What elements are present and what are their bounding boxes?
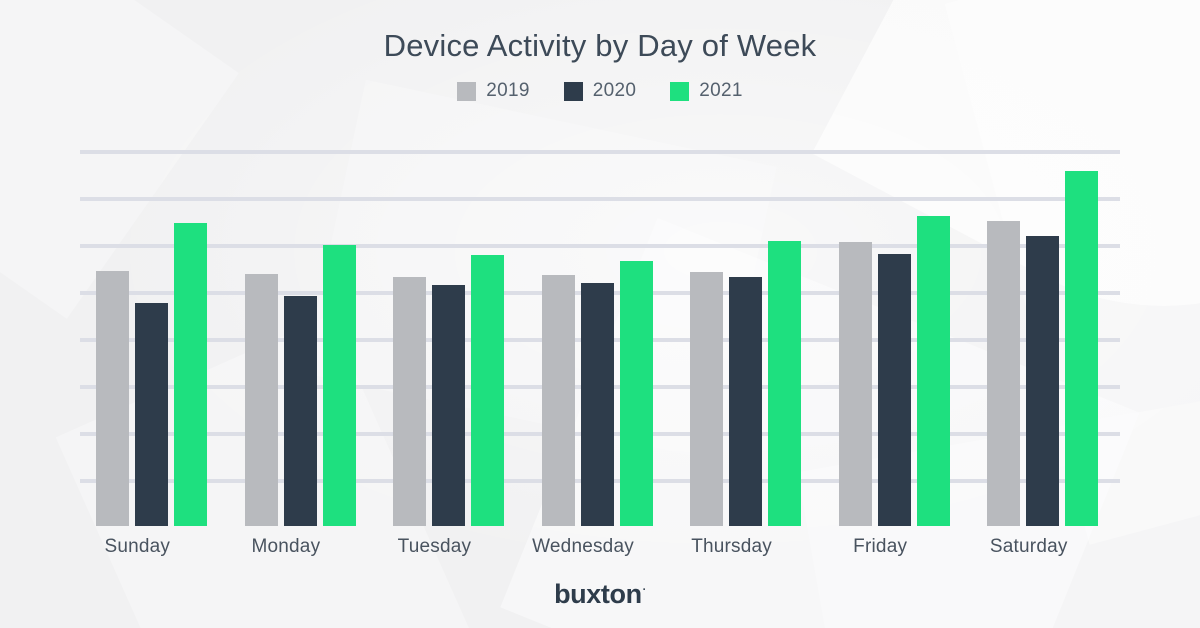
legend-swatch-icon xyxy=(670,81,690,101)
x-axis-tick-monday: Monday xyxy=(251,536,321,557)
bar-groups xyxy=(80,150,1120,526)
bar-friday-2020[interactable] xyxy=(877,254,911,526)
bar-saturday-2021[interactable] xyxy=(1065,171,1099,526)
legend-item-2019[interactable]: 2019 xyxy=(457,80,529,102)
bar-group-wednesday xyxy=(526,150,675,526)
bar-friday-2019[interactable] xyxy=(838,242,872,526)
bar-tuesday-2020[interactable] xyxy=(432,284,466,526)
bar-group-saturday xyxy=(971,150,1120,526)
x-axis-labels: Sunday Monday Tuesday Wednesday Thursday Frid… xyxy=(80,526,1120,558)
chart-canvas: Device Activity by Day of Week 2019 2020 2… xyxy=(0,0,1200,628)
bar-monday-2020[interactable] xyxy=(283,295,317,526)
bar-thursday-2021[interactable] xyxy=(768,241,802,526)
footer: buxton· xyxy=(0,579,1200,610)
buxton-logo-text: buxton xyxy=(554,579,642,609)
legend-label: 2021 xyxy=(699,80,743,101)
page-title: Device Activity by Day of Week xyxy=(383,28,817,63)
plot-area xyxy=(80,150,1120,526)
legend-swatch-icon xyxy=(457,81,477,101)
x-axis-tick-saturday: Saturday xyxy=(989,536,1068,557)
bar-monday-2019[interactable] xyxy=(244,274,278,526)
legend-label: 2020 xyxy=(592,80,637,101)
bar-thursday-2020[interactable] xyxy=(729,277,763,526)
chart-header: Device Activity by Day of Week 2019 2020 2… xyxy=(0,0,1200,102)
bar-wednesday-2020[interactable] xyxy=(580,283,614,526)
bar-monday-2021[interactable] xyxy=(322,245,356,526)
bar-saturday-2019[interactable] xyxy=(987,220,1021,526)
bar-group-tuesday xyxy=(377,150,526,526)
bar-tuesday-2019[interactable] xyxy=(393,277,427,526)
chart-legend: 2019 2020 2021 xyxy=(0,80,1200,102)
x-axis-tick-wednesday: Wednesday xyxy=(532,536,634,557)
x-axis-tick-thursday: Thursday xyxy=(691,536,772,557)
bar-group-thursday xyxy=(674,150,823,526)
x-axis-tick-tuesday: Tuesday xyxy=(397,536,472,557)
bar-group-monday xyxy=(229,150,378,526)
bar-tuesday-2021[interactable] xyxy=(471,255,505,526)
legend-swatch-icon xyxy=(563,81,583,101)
bar-thursday-2019[interactable] xyxy=(690,272,724,526)
x-axis-tick-sunday: Sunday xyxy=(104,536,171,557)
buxton-logo-mark: · xyxy=(642,584,647,596)
bar-wednesday-2021[interactable] xyxy=(619,261,653,526)
legend-item-2020[interactable]: 2020 xyxy=(563,80,637,102)
x-axis-tick-friday: Friday xyxy=(853,536,908,557)
buxton-logo: buxton· xyxy=(554,579,646,610)
legend-label: 2019 xyxy=(486,80,530,101)
bar-wednesday-2019[interactable] xyxy=(541,275,575,526)
bar-sunday-2020[interactable] xyxy=(135,302,168,526)
bar-sunday-2019[interactable] xyxy=(96,271,129,526)
bar-group-sunday xyxy=(80,150,229,526)
bar-sunday-2021[interactable] xyxy=(174,222,207,526)
bar-saturday-2020[interactable] xyxy=(1026,235,1060,526)
bar-group-friday xyxy=(823,150,972,526)
bar-friday-2021[interactable] xyxy=(916,215,950,526)
legend-item-2021[interactable]: 2021 xyxy=(670,80,742,102)
